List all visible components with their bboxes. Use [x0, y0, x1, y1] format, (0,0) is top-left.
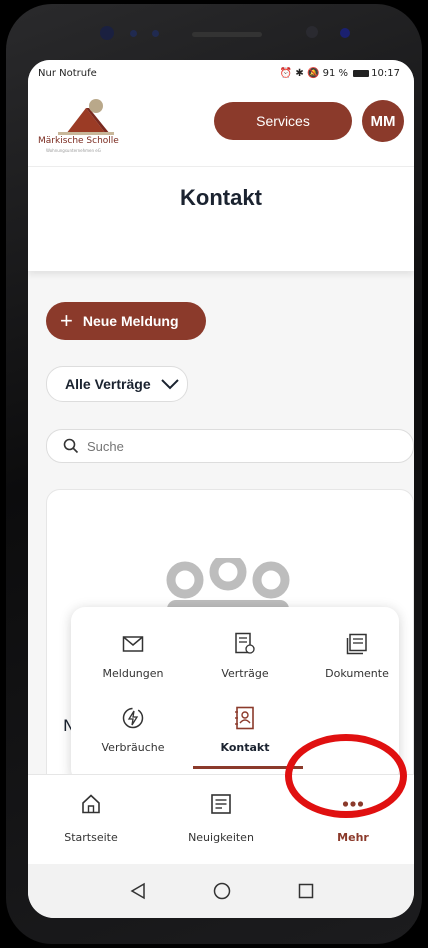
documents-icon	[346, 633, 367, 655]
menu-item-dokumente[interactable]: Dokumente	[307, 629, 407, 697]
logo-name: Märkische Scholle	[38, 136, 119, 146]
battery-icon	[353, 69, 370, 77]
menu-item-label: Meldungen	[102, 667, 164, 680]
home-icon	[82, 794, 100, 814]
new-report-label: Neue Meldung	[82, 313, 179, 329]
title-card: Kontakt	[28, 167, 414, 271]
plus-icon: +	[60, 308, 73, 333]
network-status: Nur Notrufe	[38, 68, 97, 79]
phone-frame: Nur Notrufe ⏰ ✱ 🔕 91 % 10:17 Märkische S…	[6, 4, 422, 944]
sensor-icon	[306, 26, 318, 38]
menu-item-label: Verträge	[221, 667, 269, 680]
menu-item-kontakt[interactable]: Kontakt	[195, 703, 295, 771]
earpiece	[192, 32, 262, 37]
new-report-button[interactable]: + Neue Meldung	[46, 302, 206, 340]
search-icon	[63, 438, 79, 454]
phone-top-bezel	[6, 4, 422, 60]
menu-item-label: Verbräuche	[101, 741, 165, 754]
logo[interactable]: Märkische Scholle Wohnungsunternehmen eG	[38, 94, 138, 154]
menu-item-vertraege[interactable]: Verträge	[195, 629, 295, 697]
nav-item-neuigkeiten[interactable]: Neuigkeiten	[166, 789, 276, 844]
status-icons: ⏰ ✱ 🔕	[279, 68, 323, 79]
menu-item-meldungen[interactable]: Meldungen	[83, 629, 183, 697]
page-title: Kontakt	[180, 185, 262, 210]
contract-filter-label: Alle Verträge	[65, 376, 151, 392]
nav-item-label: Startseite	[64, 831, 118, 844]
menu-item-verbraeuche[interactable]: Verbräuche	[83, 703, 183, 771]
battery-level: 91 %	[322, 68, 348, 79]
status-right: ⏰ ✱ 🔕 91 % 10:17	[280, 68, 400, 79]
contact-book-icon	[235, 706, 254, 730]
news-icon	[211, 794, 231, 814]
nav-item-startseite[interactable]: Startseite	[36, 789, 146, 844]
highlight-circle-annotation	[285, 734, 407, 818]
services-button[interactable]: Services	[214, 102, 352, 140]
recents-icon[interactable]	[298, 883, 314, 899]
chevron-down-icon	[160, 379, 179, 390]
contract-filter-dropdown[interactable]: Alle Verträge	[46, 366, 188, 402]
avatar[interactable]: MM	[362, 100, 404, 142]
app-header: Märkische Scholle Wohnungsunternehmen eG…	[28, 86, 414, 167]
nav-item-label: Neuigkeiten	[188, 831, 254, 844]
system-navigation-bar	[28, 864, 414, 918]
menu-item-label: Kontakt	[220, 741, 270, 754]
status-bar: Nur Notrufe ⏰ ✱ 🔕 91 % 10:17	[28, 60, 414, 86]
home-circle-icon[interactable]	[213, 882, 231, 900]
search-bar[interactable]	[46, 429, 414, 463]
search-input[interactable]	[85, 437, 389, 455]
clock: 10:17	[371, 68, 400, 79]
back-icon[interactable]	[130, 882, 146, 900]
contract-icon	[235, 632, 255, 654]
sensor-icon	[152, 30, 159, 37]
nav-item-label: Mehr	[337, 831, 369, 844]
front-camera-icon	[100, 26, 114, 40]
consumption-icon	[122, 707, 144, 729]
front-camera-icon	[340, 28, 350, 38]
mail-icon	[122, 636, 144, 652]
logo-subtitle: Wohnungsunternehmen eG	[46, 148, 101, 153]
sensor-icon	[130, 30, 137, 37]
menu-item-label: Dokumente	[325, 667, 389, 680]
house-logo-icon	[58, 99, 114, 135]
